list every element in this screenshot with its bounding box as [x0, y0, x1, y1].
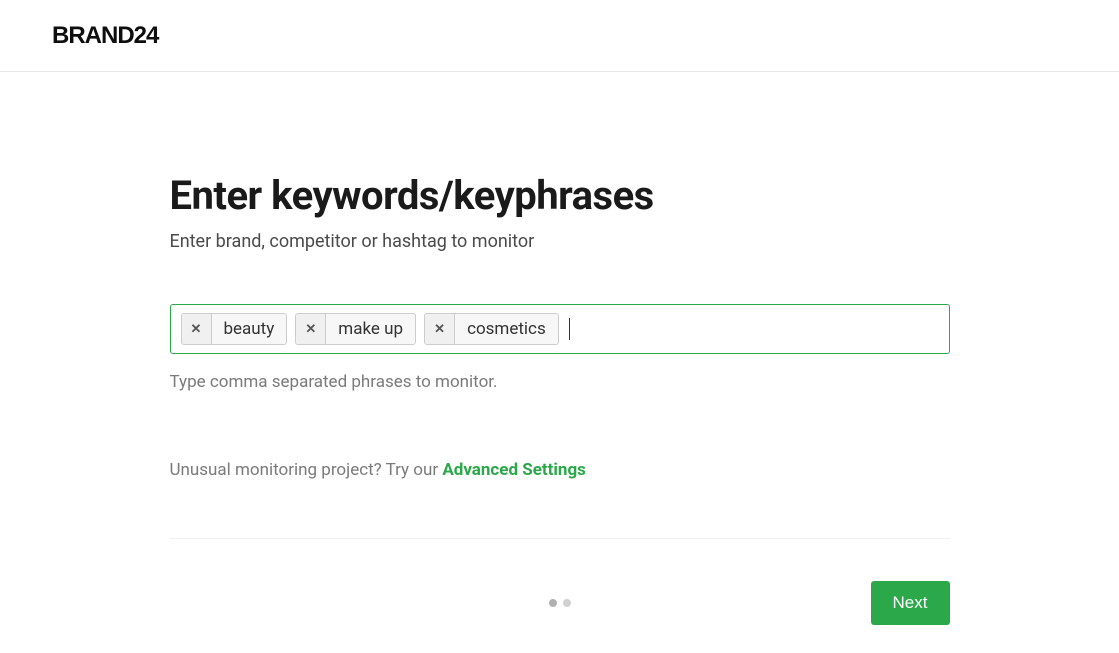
keyword-tag: ✕ make up [295, 313, 416, 345]
pagination-dots [549, 599, 571, 607]
keyword-tag-label: beauty [212, 314, 287, 344]
advanced-settings-link[interactable]: Advanced Settings [442, 460, 586, 480]
keyword-tag: ✕ cosmetics [424, 313, 559, 345]
header: BRAND24 [0, 0, 1119, 72]
keyword-tag: ✕ beauty [181, 313, 288, 345]
close-icon[interactable]: ✕ [425, 314, 455, 344]
main-content: Enter keywords/keyphrases Enter brand, c… [170, 72, 950, 625]
close-icon[interactable]: ✕ [296, 314, 326, 344]
keyword-tag-label: cosmetics [455, 314, 558, 344]
pagination-dot-active [549, 599, 557, 607]
helper-text: Type comma separated phrases to monitor. [170, 372, 950, 392]
advanced-settings-line: Unusual monitoring project? Try our Adva… [170, 460, 950, 539]
close-icon[interactable]: ✕ [182, 314, 212, 344]
pagination-dot [563, 599, 571, 607]
page-title: Enter keywords/keyphrases [170, 172, 950, 219]
footer: Next [170, 581, 950, 625]
advanced-prefix: Unusual monitoring project? Try our [170, 460, 443, 480]
keyword-input[interactable]: ✕ beauty ✕ make up ✕ cosmetics [170, 304, 950, 354]
page-subtitle: Enter brand, competitor or hashtag to mo… [170, 231, 950, 252]
keyword-tag-label: make up [326, 314, 415, 344]
next-button[interactable]: Next [871, 581, 950, 625]
brand-logo: BRAND24 [52, 22, 158, 50]
text-cursor [569, 318, 570, 340]
